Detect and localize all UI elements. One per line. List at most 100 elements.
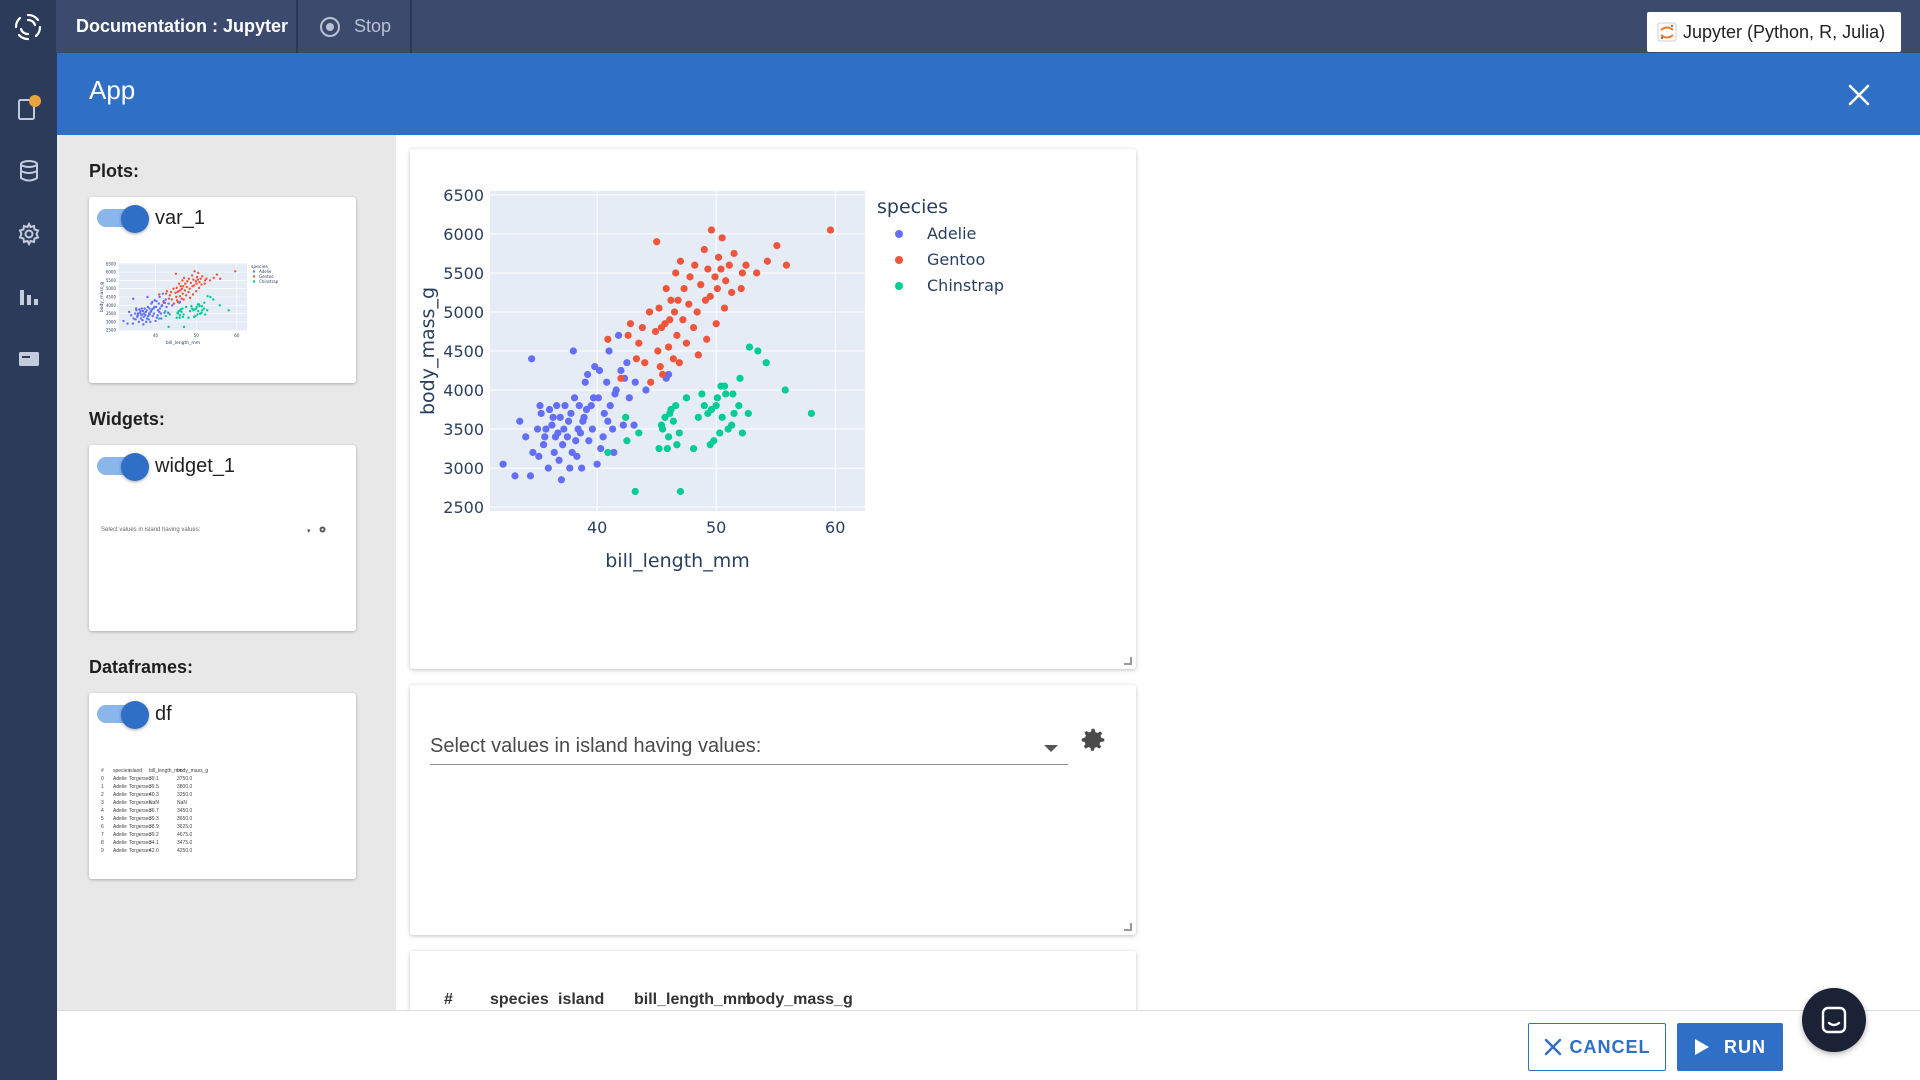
close-icon[interactable] [1845, 81, 1873, 109]
data-point-gentoo [181, 292, 184, 295]
cancel-button[interactable]: CANCEL [1528, 1023, 1666, 1071]
data-point-chinstrap [744, 409, 752, 418]
island-select-label: Select values in island having values: [430, 735, 762, 757]
legend-marker [895, 282, 903, 290]
data-point-adelie [156, 314, 159, 317]
data-point-chinstrap [209, 295, 212, 299]
data-point-chinstrap [190, 304, 193, 308]
data-point-adelie [158, 295, 161, 299]
data-point-gentoo [656, 363, 664, 371]
widget-card-widget-1[interactable]: widget_1 Select values in island having … [89, 445, 356, 631]
data-point-gentoo [651, 327, 660, 336]
legend-marker [895, 230, 903, 238]
charts-nav-button[interactable] [14, 281, 44, 311]
data-point-gentoo [195, 289, 198, 293]
data-point-adelie [606, 402, 614, 410]
data-point-adelie [165, 305, 168, 309]
data-point-gentoo [689, 323, 698, 332]
stop-button[interactable]: Stop [300, 0, 412, 53]
data-point-gentoo [189, 281, 193, 285]
legend-label: Chinstrap [259, 279, 279, 284]
data-point-adelie [145, 320, 148, 324]
data-point-gentoo [170, 298, 174, 301]
widget-resize-handle[interactable] [1124, 923, 1132, 931]
cards-nav-button[interactable] [14, 344, 44, 374]
scatter-plot[interactable]: 40 50 60 2500 3000 3500 4000 4500 5000 5500 6000 65… [410, 149, 1136, 649]
df-thumb-row: 6 Adelie Torgersen 38.9 3625.0 [101, 823, 341, 831]
data-point-chinstrap [700, 402, 708, 410]
data-point-adelie [549, 413, 557, 421]
data-point-gentoo [199, 277, 202, 280]
df-column-header: body_mass_g [746, 991, 853, 1008]
data-point-chinstrap [738, 429, 746, 437]
data-point-chinstrap [195, 305, 198, 309]
dataframe-thumbnail: # species island bill_length_mm body_mass_g 0… [101, 767, 341, 855]
data-point-chinstrap [206, 294, 209, 298]
data-point-chinstrap [689, 444, 698, 453]
data-point-chinstrap [672, 402, 680, 410]
data-point-gentoo [706, 292, 714, 300]
data-point-adelie [541, 433, 549, 441]
database-nav-button[interactable] [14, 156, 44, 186]
widget-settings-gear-icon[interactable] [1078, 725, 1108, 755]
df-thumb-row: 3 Adelie Torgersen NaN NaN [101, 799, 341, 807]
data-point-chinstrap [623, 437, 631, 445]
data-point-gentoo [728, 288, 736, 297]
y-tick-label: 6000 [106, 270, 117, 275]
data-point-chinstrap [182, 313, 185, 316]
data-point-chinstrap [202, 307, 206, 310]
data-point-gentoo [176, 300, 180, 304]
data-point-chinstrap [188, 309, 192, 313]
plot-box[interactable]: 40 50 60 2500 3000 3500 4000 4500 5000 5500 6000 65… [410, 149, 1136, 669]
df-thumb-cell: 9 [101, 848, 104, 854]
widget-visibility-toggle[interactable] [97, 453, 149, 481]
island-select-dropdown[interactable]: Select values in island having values: [430, 721, 1068, 765]
dataframe-visibility-toggle[interactable] [97, 701, 149, 729]
data-point-gentoo [700, 245, 708, 254]
data-point-adelie [149, 320, 152, 324]
plot-visibility-toggle[interactable] [97, 205, 149, 233]
data-point-gentoo [192, 284, 196, 287]
chat-support-button[interactable] [1802, 988, 1866, 1052]
x-tick-label: 60 [234, 333, 240, 338]
data-point-adelie [152, 312, 156, 315]
data-point-adelie [539, 441, 548, 449]
data-point-gentoo [192, 278, 195, 281]
plot-card-var-1[interactable]: var_1 40 50 60 2500 3000 3500 4000 4500 5000 5500… [89, 197, 356, 383]
dataframe-card-df[interactable]: df # species island bill_length_mm body_mass… [89, 693, 356, 879]
data-point-adelie [140, 307, 143, 310]
df-column-header: species [490, 991, 549, 1008]
data-point-gentoo [638, 323, 646, 332]
notebook-nav-button[interactable] [14, 93, 44, 123]
df-column-header: island [558, 991, 605, 1008]
data-point-chinstrap [675, 429, 683, 437]
data-point-chinstrap [712, 402, 720, 410]
app-logo[interactable] [0, 0, 56, 53]
data-point-chinstrap [635, 429, 643, 437]
data-point-chinstrap [718, 413, 726, 421]
data-point-adelie [142, 323, 145, 326]
data-point-chinstrap [198, 304, 201, 308]
data-point-adelie [554, 429, 562, 437]
kernel-selector[interactable]: Jupyter (Python, R, Julia) [1647, 12, 1901, 52]
plots-section-label: Plots: [89, 161, 140, 181]
data-point-adelie [576, 429, 585, 437]
data-point-chinstrap [781, 386, 789, 394]
data-point-gentoo [712, 320, 720, 328]
data-point-adelie [625, 394, 633, 402]
data-point-chinstrap [227, 309, 230, 312]
data-point-gentoo [773, 242, 781, 250]
data-point-adelie [158, 307, 162, 310]
data-point-adelie [135, 309, 138, 312]
document-title[interactable]: Documentation : Jupyter [58, 0, 298, 53]
data-point-chinstrap [178, 314, 182, 317]
data-point-gentoo [654, 347, 662, 355]
plot-resize-handle[interactable] [1124, 657, 1132, 665]
data-point-adelie [580, 413, 588, 421]
df-thumb-cell: Adelie [113, 848, 127, 854]
legend-label: Gentoo [927, 250, 985, 269]
settings-nav-button[interactable] [14, 219, 44, 249]
data-point-gentoo [162, 301, 165, 305]
run-button[interactable]: RUN [1677, 1023, 1783, 1071]
y-tick-label: 5500 [106, 278, 117, 283]
